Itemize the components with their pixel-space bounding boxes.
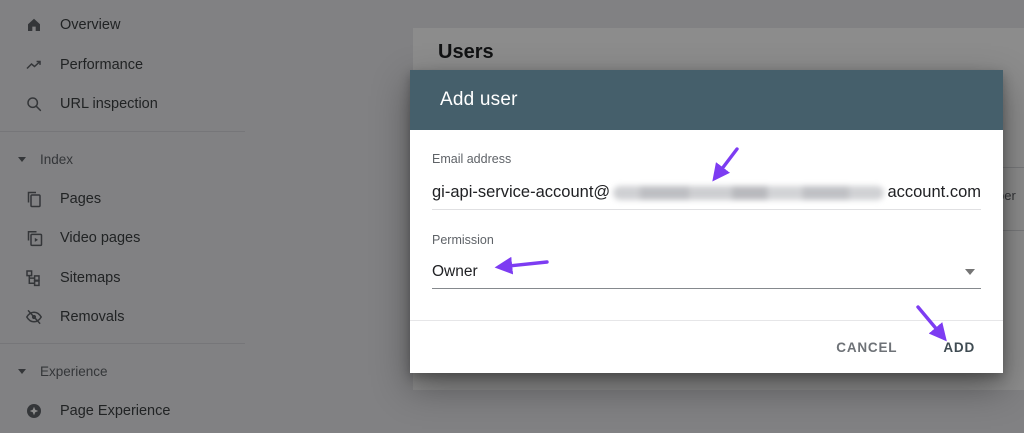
dialog-title: Add user bbox=[440, 89, 518, 111]
redacted-email-segment bbox=[613, 186, 884, 200]
email-label: Email address bbox=[432, 152, 511, 166]
permission-value: Owner bbox=[432, 263, 478, 281]
dropdown-caret-icon bbox=[965, 269, 975, 275]
permission-dropdown[interactable]: Owner bbox=[432, 256, 981, 289]
dialog-header: Add user bbox=[410, 70, 1003, 130]
app: Overview Performance URL inspection Inde… bbox=[0, 0, 1024, 433]
cancel-button[interactable]: CANCEL bbox=[834, 334, 899, 361]
permission-label: Permission bbox=[432, 233, 494, 247]
add-button[interactable]: ADD bbox=[941, 334, 977, 361]
email-value-suffix: account.com bbox=[887, 183, 981, 202]
email-input[interactable]: gi-api-service-account@ account.com bbox=[432, 176, 981, 210]
add-user-dialog: Add user Email address gi-api-service-ac… bbox=[410, 70, 1003, 373]
dialog-footer: CANCEL ADD bbox=[410, 321, 1003, 373]
email-value-prefix: gi-api-service-account@ bbox=[432, 183, 610, 202]
